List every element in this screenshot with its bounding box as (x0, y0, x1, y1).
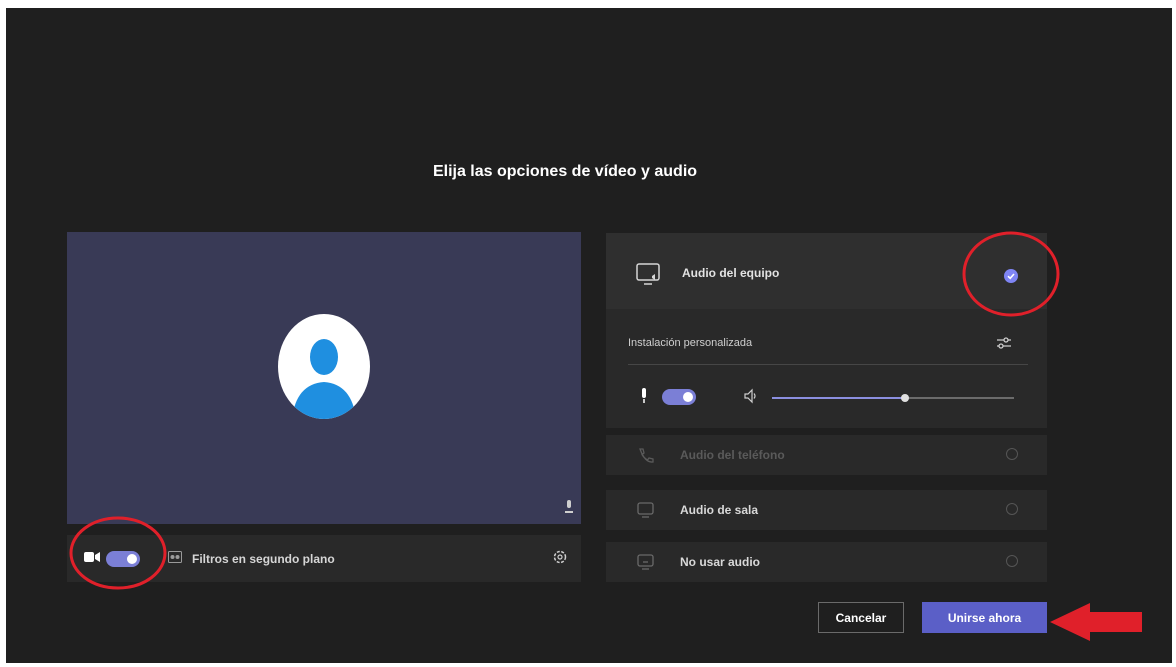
video-controls-bar: Filtros en segundo plano (67, 535, 581, 582)
computer-audio-radio-selected[interactable] (1004, 269, 1018, 283)
background-filters-icon (168, 550, 182, 568)
speaker-icon (743, 388, 759, 409)
room-audio-icon (636, 501, 656, 524)
room-audio-option[interactable]: Audio de sala (606, 490, 1047, 530)
divider (628, 364, 1028, 365)
audio-panel: Audio del equipo Instalación personaliza… (606, 233, 1047, 428)
phone-audio-label: Audio del teléfono (680, 448, 785, 462)
microphone-icon (565, 500, 573, 516)
avatar (278, 314, 370, 419)
computer-audio-icon (636, 263, 662, 292)
phone-audio-option: Audio del teléfono (606, 435, 1047, 475)
computer-audio-option[interactable]: Audio del equipo (606, 233, 1047, 309)
custom-setup-label: Instalación personalizada (628, 337, 753, 349)
room-audio-radio[interactable] (1006, 503, 1018, 515)
join-now-button[interactable]: Unirse ahora (922, 602, 1047, 633)
check-icon (1007, 273, 1015, 280)
settings-sliders-icon[interactable] (996, 336, 1012, 355)
volume-fill (772, 397, 906, 399)
cancel-button[interactable]: Cancelar (818, 602, 904, 633)
no-audio-icon (636, 553, 656, 576)
microphone-toggle[interactable] (662, 389, 696, 405)
camera-toggle[interactable] (106, 550, 140, 567)
no-audio-option[interactable]: No usar audio (606, 542, 1047, 582)
person-icon (292, 339, 356, 419)
video-preview (67, 232, 581, 524)
no-audio-label: No usar audio (680, 555, 761, 569)
microphone-icon (639, 388, 649, 409)
background-filters-button[interactable]: Filtros en segundo plano (192, 552, 335, 566)
camera-icon (84, 550, 100, 568)
speaker-volume-slider[interactable] (772, 394, 1014, 402)
phone-audio-radio (1006, 448, 1018, 460)
volume-slider-thumb[interactable] (901, 394, 910, 402)
room-audio-label: Audio de sala (680, 503, 759, 517)
gear-icon[interactable] (552, 549, 568, 570)
phone-icon (636, 446, 656, 471)
no-audio-radio[interactable] (1006, 555, 1018, 567)
page-title: Elija las opciones de vídeo y audio (432, 163, 698, 180)
computer-audio-label: Audio del equipo (682, 266, 780, 280)
